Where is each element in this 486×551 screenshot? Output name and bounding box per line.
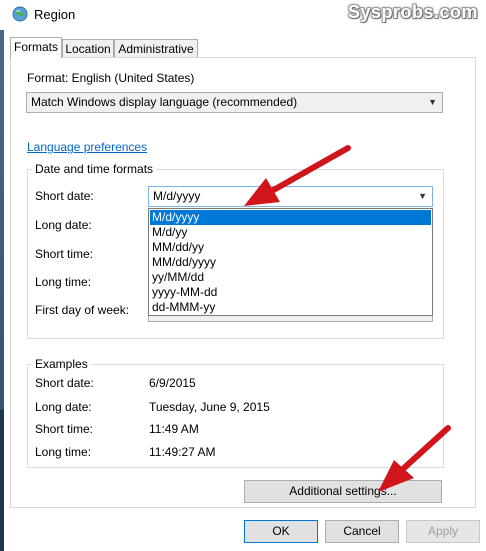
example-short-date-label: Short date: — [35, 376, 94, 390]
example-long-time-label: Long time: — [35, 445, 92, 459]
short-date-option[interactable]: yy/MM/dd — [150, 270, 431, 285]
example-short-time-label: Short time: — [35, 422, 94, 436]
short-date-option[interactable]: dd-MMM-yy — [150, 300, 431, 315]
title-bar: Region Sysprobs.com — [0, 0, 486, 30]
example-long-date-value: Tuesday, June 9, 2015 — [149, 400, 270, 414]
long-time-label: Long time: — [35, 275, 92, 289]
tab-administrative[interactable]: Administrative — [114, 39, 198, 57]
watermark: Sysprobs.com — [347, 2, 478, 22]
format-label: Format: English (United States) — [27, 71, 195, 85]
long-date-label: Long date: — [35, 218, 92, 232]
example-short-date-value: 6/9/2015 — [149, 376, 196, 390]
short-date-option[interactable]: M/d/yy — [150, 225, 431, 240]
date-time-formats-title: Date and time formats — [32, 162, 157, 176]
format-dropdown-value: Match Windows display language (recommen… — [31, 95, 298, 109]
tab-location[interactable]: Location — [62, 39, 114, 57]
short-date-option[interactable]: MM/dd/yyyy — [150, 255, 431, 270]
language-preferences-link[interactable]: Language preferences — [27, 140, 147, 154]
short-date-options-list: M/d/yyyy M/d/yy MM/dd/yy MM/dd/yyyy yy/M… — [148, 208, 433, 316]
examples-title: Examples — [32, 357, 91, 371]
short-date-option[interactable]: M/d/yyyy — [150, 210, 431, 225]
apply-button[interactable]: Apply — [406, 520, 480, 543]
short-date-option[interactable]: MM/dd/yy — [150, 240, 431, 255]
desktop-edge-bottom — [0, 410, 4, 551]
short-date-option[interactable]: yyyy-MM-dd — [150, 285, 431, 300]
globe-icon — [12, 6, 28, 22]
short-time-label: Short time: — [35, 247, 94, 261]
short-date-label: Short date: — [35, 189, 94, 203]
window-title: Region — [34, 7, 76, 22]
first-day-of-week-label: First day of week: — [35, 303, 130, 317]
short-date-dropdown[interactable]: M/d/yyyy ▼ — [148, 186, 433, 207]
short-date-value: M/d/yyyy — [153, 189, 201, 203]
example-short-time-value: 11:49 AM — [149, 422, 199, 436]
format-dropdown[interactable]: Match Windows display language (recommen… — [26, 92, 443, 113]
chevron-down-icon: ▼ — [418, 191, 427, 201]
cancel-button[interactable]: Cancel — [325, 520, 399, 543]
additional-settings-button[interactable]: Additional settings... — [244, 480, 442, 503]
example-long-time-value: 11:49:27 AM — [149, 445, 216, 459]
chevron-down-icon: ▼ — [428, 97, 437, 107]
tab-formats[interactable]: Formats — [10, 37, 62, 58]
example-long-date-label: Long date: — [35, 400, 92, 414]
ok-button[interactable]: OK — [244, 520, 318, 543]
